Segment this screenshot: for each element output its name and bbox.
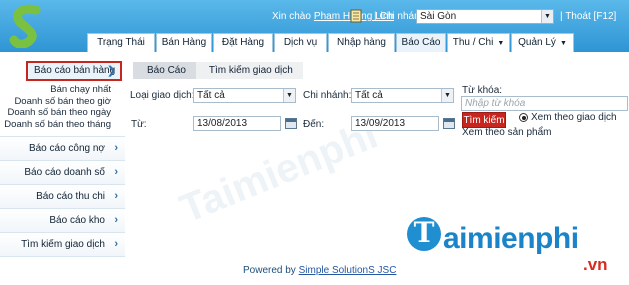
footer-powered-by: Powered by	[243, 265, 296, 276]
sidebar-item-label: Báo cáo thu chi	[36, 191, 105, 202]
tab-bao-cao[interactable]: Báo Cáo	[396, 33, 446, 52]
keyword-label: Từ khóa:	[462, 85, 503, 96]
tab-thu-chi[interactable]: Thu / Chi ▼	[447, 33, 510, 52]
sidebar-subitem-theo-gio[interactable]: Doanh số bán theo giờ	[4, 96, 111, 108]
calendar-icon[interactable]	[443, 118, 455, 129]
breadcrumb-bao-cao[interactable]: Báo Cáo	[133, 62, 196, 79]
tab-trang-thai[interactable]: Trạng Thái	[87, 33, 155, 52]
tab-thu-chi-label: Thu / Chi	[452, 37, 494, 48]
calendar-icon[interactable]	[285, 118, 297, 129]
transaction-type-label: Loại giao dịch:	[130, 90, 195, 101]
chevron-right-icon: ›	[114, 214, 118, 226]
keyword-input[interactable]: Nhập từ khóa	[461, 96, 628, 111]
watermark-logo-icon: T	[407, 217, 441, 251]
view-by-product-label[interactable]: Xem theo sản phẩm	[462, 127, 552, 138]
footer-brand-link[interactable]: Simple SolutionS JSC	[299, 265, 397, 276]
greeting-label: Xin chào	[272, 11, 311, 22]
chevron-down-icon: ▼	[441, 89, 453, 102]
sidebar-subitem-ban-chay[interactable]: Bán chạy nhất	[4, 84, 111, 96]
tab-quan-ly[interactable]: Quản Lý ▼	[511, 33, 574, 52]
branch-select[interactable]: Sài Gòn ▼	[416, 9, 554, 24]
branch-filter-value: Tất cả	[355, 90, 383, 101]
tab-quan-ly-label: Quản Lý	[518, 37, 556, 48]
watermark-suffix: .vn	[583, 255, 608, 274]
sidebar-item-label: Tìm kiếm giao dịch	[21, 239, 105, 250]
to-date-input[interactable]: 13/09/2013	[351, 116, 439, 131]
chevron-right-icon: ›	[114, 190, 118, 202]
footer: Powered by Simple SolutionS JSC	[243, 265, 396, 276]
sidebar-header-label: Báo cáo bán hàng	[34, 65, 116, 76]
branch-filter-label: Chi nhánh:	[303, 90, 352, 101]
chevron-down-icon: ❯	[106, 65, 116, 77]
main-nav: Trạng Thái Bán Hàng Đặt Hàng Dịch vụ Nhậ…	[87, 33, 575, 52]
chevron-down-icon: ▼	[497, 40, 505, 47]
chevron-right-icon: ›	[114, 166, 118, 178]
sidebar-subitem-theo-thang[interactable]: Doanh số bán theo tháng	[4, 119, 111, 131]
logout-link[interactable]: | Thoát [F12]	[560, 11, 616, 22]
sidebar-item-label: Báo cáo doanh số	[24, 167, 105, 178]
chevron-down-icon: ▼	[541, 10, 553, 23]
sidebar-item-cong-no[interactable]: Báo cáo công nợ ›	[0, 137, 125, 161]
chevron-down-icon: ▼	[283, 89, 295, 102]
tab-dat-hang[interactable]: Đặt Hàng	[213, 33, 273, 52]
sidebar-item-tim-kiem[interactable]: Tìm kiếm giao dịch ›	[0, 233, 125, 257]
sidebar-item-doanh-so[interactable]: Báo cáo doanh số ›	[0, 161, 125, 185]
breadcrumb: Báo Cáo Tìm kiếm giao dịch	[133, 62, 303, 79]
search-button[interactable]: Tìm kiếm	[462, 112, 506, 128]
app-logo-icon[interactable]	[6, 4, 50, 48]
watermark-text: aimienphi	[443, 222, 579, 255]
sidebar-item-label: Báo cáo công nợ	[28, 143, 105, 154]
branch-filter-select[interactable]: Tất cả ▼	[351, 88, 454, 103]
sidebar-subitems: Bán chạy nhất Doanh số bán theo giờ Doan…	[4, 84, 111, 130]
sidebar-subitem-theo-ngay[interactable]: Doanh số bán theo ngày	[4, 107, 111, 119]
breadcrumb-tim-kiem: Tìm kiếm giao dịch	[195, 62, 303, 79]
chevron-right-icon: ›	[114, 238, 118, 250]
sidebar-item-thu-chi[interactable]: Báo cáo thu chi ›	[0, 185, 125, 209]
from-date-input[interactable]: 13/08/2013	[193, 116, 281, 131]
transaction-type-value: Tất cả	[197, 90, 225, 101]
sidebar-item-label: Báo cáo kho	[49, 215, 105, 226]
branch-select-value: Sài Gòn	[420, 11, 457, 22]
view-by-transaction-label[interactable]: Xem theo giao dịch	[531, 112, 617, 123]
view-by-transaction-radio[interactable]	[519, 113, 528, 122]
tab-ban-hang[interactable]: Bán Hàng	[156, 33, 212, 52]
tab-dich-vu[interactable]: Dịch vụ	[274, 33, 327, 52]
from-date-label: Từ:	[131, 119, 147, 130]
to-date-label: Đến:	[303, 119, 325, 130]
app-header: Xin chàoPham Hoàng Linh |Chi nhánh: Sài …	[0, 0, 629, 52]
sidebar-item-kho[interactable]: Báo cáo kho ›	[0, 209, 125, 233]
sidebar-header-bao-cao-ban-hang[interactable]: Báo cáo bán hàng ❯	[26, 61, 122, 81]
notebook-icon[interactable]	[349, 9, 363, 23]
tab-nhap-hang[interactable]: Nhập hàng	[328, 33, 395, 52]
chevron-right-icon: ›	[114, 142, 118, 154]
transaction-type-select[interactable]: Tất cả ▼	[193, 88, 296, 103]
chevron-down-icon: ▼	[559, 40, 567, 47]
